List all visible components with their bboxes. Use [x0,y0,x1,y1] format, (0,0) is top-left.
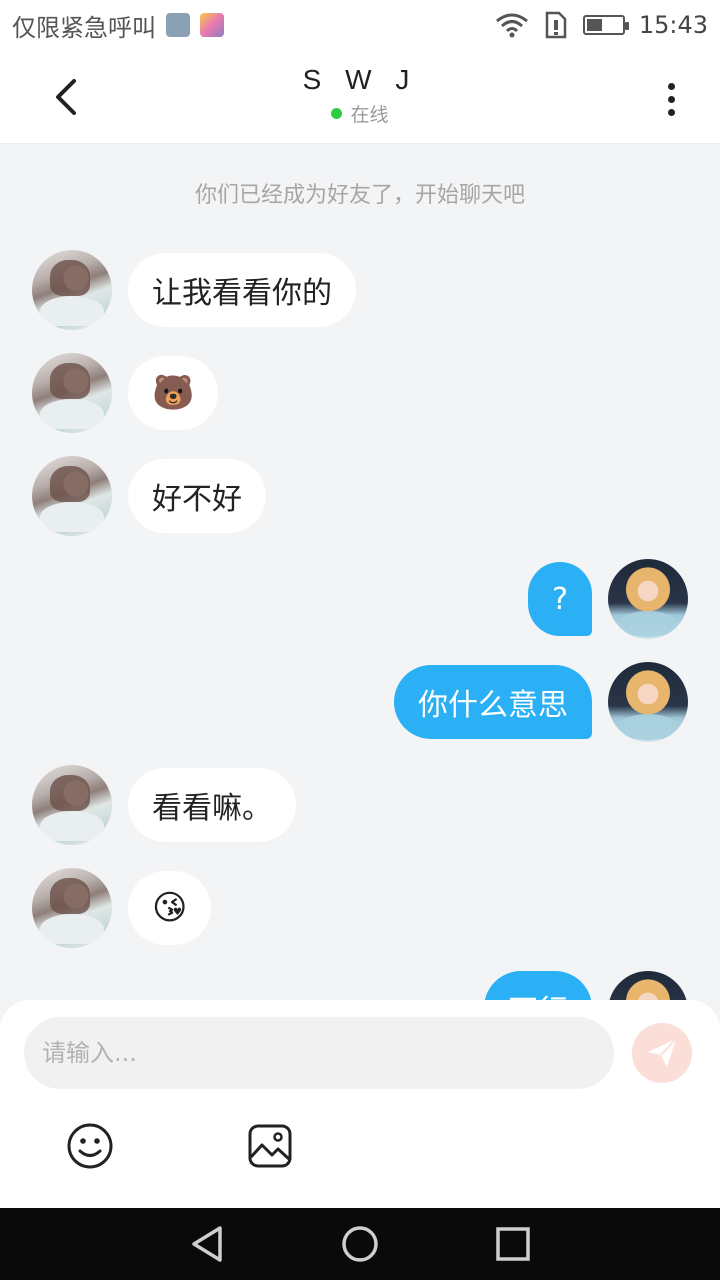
message-bubble-bear-emoji[interactable]: 🐻 [128,356,219,430]
online-status: 在线 [0,100,720,127]
send-button[interactable] [632,1023,692,1083]
input-panel [0,1000,720,1208]
self-avatar[interactable] [608,662,688,742]
image-thumb-icon [166,13,190,37]
triangle-back-icon [191,1226,222,1262]
image-icon [248,1124,292,1168]
square-recents-icon [496,1227,531,1261]
system-nav-bar [0,1208,720,1280]
contact-avatar[interactable] [32,353,112,433]
chat-header: S W J 在线 [0,50,720,144]
image-button[interactable] [244,1120,296,1172]
message-bubble-self[interactable]: ? [528,562,592,636]
sim-alert-icon [545,11,567,39]
nav-recents-button[interactable] [483,1214,543,1274]
self-avatar[interactable] [608,559,688,639]
carrier-text: 仅限紧急呼叫 [12,13,156,42]
chat-area[interactable]: 你们已经成为好友了，开始聊天吧 让我看看你的 🐻 好不好 ? 你什么意思 看看嘛… [0,145,720,1005]
more-dot [667,82,675,90]
message-bubble-kiss-emoji[interactable]: 😘 [128,871,212,945]
system-message: 你们已经成为好友了，开始聊天吧 [194,183,525,208]
contact-avatar[interactable] [32,765,112,845]
more-menu-button[interactable] [648,74,694,124]
message-input[interactable] [42,1039,614,1067]
status-right: 15:43 [495,11,708,39]
nav-home-button[interactable] [330,1214,390,1274]
contact-avatar[interactable] [32,868,112,948]
title-wrap: S W J 在线 [0,64,720,127]
message-bubble[interactable]: 看看嘛。 [128,768,296,842]
contact-name: S W J [302,64,418,95]
online-status-label: 在线 [350,104,389,126]
message-bubble-self[interactable]: 你什么意思 [394,665,592,739]
contact-avatar[interactable] [32,456,112,536]
more-dot [667,95,675,103]
nav-back-button[interactable] [177,1214,237,1274]
message-bubble[interactable]: 让我看看你的 [128,253,356,327]
wifi-icon [495,13,528,38]
message-input-wrap[interactable] [24,1017,614,1089]
circle-home-icon [342,1226,378,1262]
more-dot [667,108,675,116]
emoji-button[interactable] [64,1120,116,1172]
contact-avatar[interactable] [32,250,112,330]
smiley-icon [67,1123,113,1169]
online-dot-icon [331,108,343,119]
battery-icon [582,15,629,35]
clock: 15:43 [638,11,708,39]
status-left: 仅限紧急呼叫 [12,8,224,43]
status-bar: 仅限紧急呼叫 15:43 [0,0,720,50]
message-bubble[interactable]: 好不好 [128,459,266,533]
paper-plane-icon [648,1038,677,1067]
battery-fill [586,19,603,31]
app-thumb-icon [200,13,224,37]
